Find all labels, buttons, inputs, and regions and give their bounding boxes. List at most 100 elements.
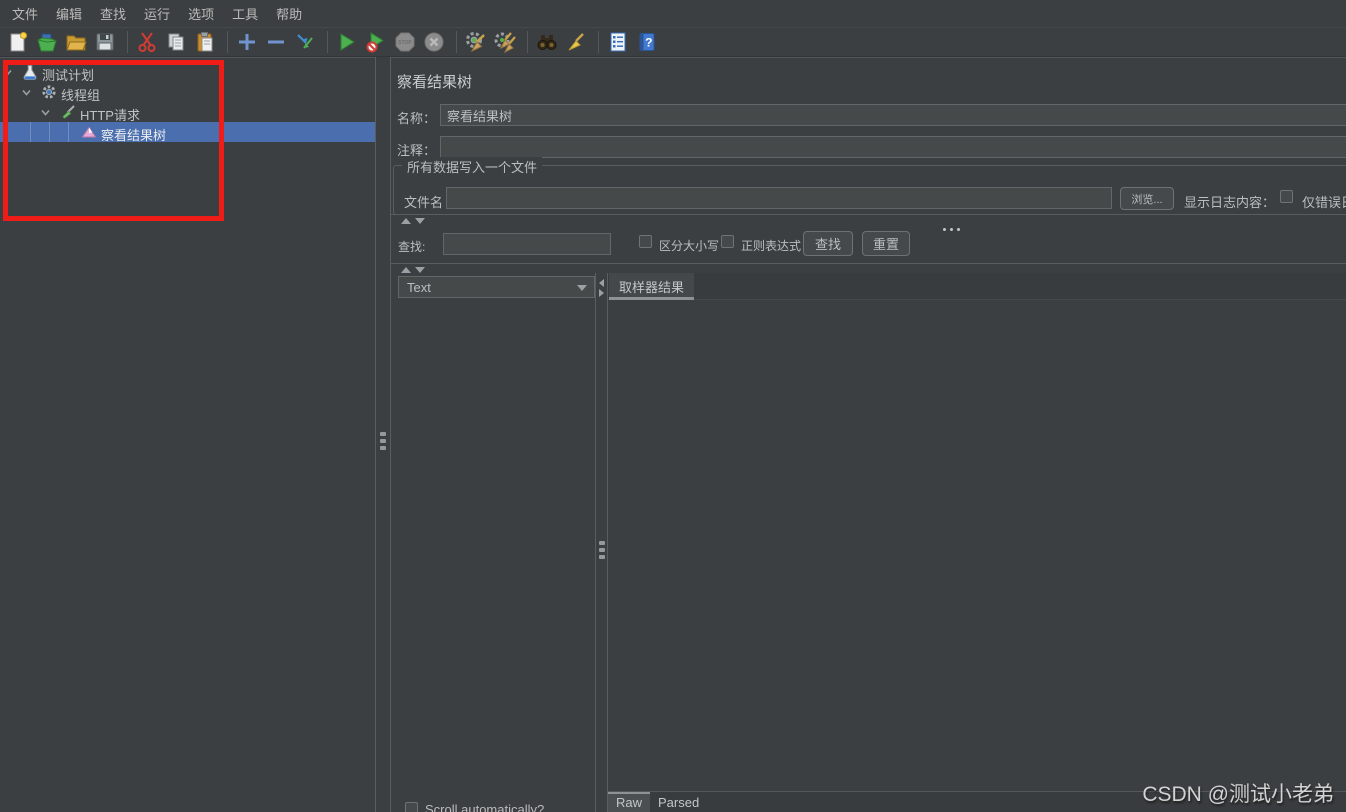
open-file-button[interactable]	[63, 29, 89, 55]
filename-input[interactable]	[446, 187, 1112, 209]
comment-input[interactable]	[440, 136, 1346, 158]
toolbar-separator	[527, 31, 528, 53]
view-results-tree-panel: 察看结果树 名称： 注释： 所有数据写入一个文件 文件名 浏览... 显示日志内…	[391, 57, 1346, 812]
shutdown-button[interactable]	[421, 29, 447, 55]
errors-only-checkbox[interactable]	[1280, 190, 1293, 203]
splitter-grip-icon[interactable]	[380, 432, 386, 453]
cut-button[interactable]	[134, 29, 160, 55]
result-tab-bar: 取样器结果	[608, 273, 1346, 300]
name-input[interactable]	[440, 104, 1346, 126]
start-no-pauses-icon	[366, 32, 384, 53]
chevron-down-icon[interactable]	[21, 87, 32, 98]
horizontal-splitter-1[interactable]	[391, 214, 1346, 231]
broom-icon	[568, 33, 584, 51]
splitter-grip-icon[interactable]	[598, 541, 605, 562]
toolbar-separator	[598, 31, 599, 53]
result-content-area	[608, 300, 1346, 791]
write-results-group-title: 所有数据写入一个文件	[402, 157, 543, 176]
new-file-button[interactable]	[5, 29, 31, 55]
regex-checkbox[interactable]	[721, 235, 734, 248]
minus-icon	[268, 40, 284, 44]
search-button-toolbar[interactable]	[534, 29, 560, 55]
menu-bar: 文件 编辑 查找 运行 选项 工具 帮助	[0, 0, 1346, 28]
menu-file[interactable]: 文件	[4, 0, 46, 27]
start-button[interactable]	[334, 29, 360, 55]
toolbar-separator	[127, 31, 128, 53]
tab-parsed[interactable]: Parsed	[650, 792, 707, 812]
menu-options[interactable]: 选项	[180, 0, 222, 27]
tree-item-test-plan[interactable]: 测试计划	[0, 62, 375, 83]
format-select-value: Text	[407, 279, 431, 295]
collapse-right-icon[interactable]	[599, 289, 604, 297]
save-button[interactable]	[92, 29, 118, 55]
filename-label: 文件名	[404, 195, 444, 210]
find-button[interactable]: 查找	[803, 231, 853, 256]
paste-button[interactable]	[192, 29, 218, 55]
tree-main-splitter[interactable]	[375, 57, 391, 812]
stop-button[interactable]: STOP	[392, 29, 418, 55]
templates-button[interactable]	[34, 29, 60, 55]
display-log-label: 显示日志内容：	[1184, 195, 1276, 210]
help-book-icon: ?	[639, 33, 655, 51]
plus-icon	[239, 34, 255, 50]
scroll-automatically-checkbox[interactable]	[405, 802, 418, 812]
toolbar: STOP ?	[0, 28, 1346, 57]
format-select[interactable]: Text	[398, 276, 595, 298]
jmeter-window: 文件 编辑 查找 运行 选项 工具 帮助 STOP ? 测试计划 线程组 HTT…	[0, 0, 1346, 812]
menu-help[interactable]: 帮助	[268, 0, 310, 27]
help-button[interactable]: ?	[634, 29, 660, 55]
errors-only-label: 仅错误日志	[1302, 195, 1346, 210]
stop-icon: STOP	[395, 32, 415, 52]
function-helper-button[interactable]	[605, 29, 631, 55]
toolbar-separator	[227, 31, 228, 53]
tree-item-http-request[interactable]: HTTP请求	[0, 102, 375, 123]
toolbar-separator	[327, 31, 328, 53]
scroll-automatically-row: Scroll automatically?	[405, 802, 544, 812]
new-file-icon	[10, 32, 27, 52]
menu-search[interactable]: 查找	[92, 0, 134, 27]
search-input[interactable]	[443, 233, 611, 255]
svg-text:STOP: STOP	[398, 40, 412, 46]
regex-label: 正则表达式	[741, 239, 802, 253]
results-viewer: Text Scroll automatically? 取样器结果 Raw Par…	[391, 273, 1346, 812]
toolbar-separator	[456, 31, 457, 53]
reset-button[interactable]: 重置	[862, 231, 910, 256]
collapse-left-icon[interactable]	[599, 279, 604, 287]
browse-button[interactable]: 浏览...	[1120, 187, 1174, 210]
thread-group-gear-icon	[41, 84, 57, 103]
reset-search-button[interactable]	[563, 29, 589, 55]
tree-item-thread-group[interactable]: 线程组	[0, 82, 375, 103]
clear-all-button[interactable]	[492, 29, 518, 55]
function-helper-icon	[610, 32, 626, 52]
collapse-button[interactable]	[263, 29, 289, 55]
splitter-grip-icon[interactable]	[943, 219, 964, 234]
name-label: 名称：	[397, 111, 437, 126]
start-no-pauses-button[interactable]	[363, 29, 389, 55]
clear-button[interactable]	[463, 29, 489, 55]
page-title: 察看结果树	[397, 74, 473, 91]
chevron-down-icon[interactable]	[40, 107, 51, 118]
collapse-up-icon[interactable]	[401, 218, 411, 224]
viewer-splitter[interactable]	[595, 273, 608, 812]
chevron-down-icon	[577, 285, 587, 291]
chevron-down-icon[interactable]	[2, 67, 13, 78]
binoculars-search-icon	[537, 35, 557, 50]
tab-sampler-result[interactable]: 取样器结果	[609, 273, 695, 300]
clear-gear-broom-icon	[466, 32, 485, 53]
test-plan-tree: 测试计划 线程组 HTTP请求 察看结果树	[0, 57, 375, 812]
start-play-icon	[340, 33, 355, 51]
menu-run[interactable]: 运行	[136, 0, 178, 27]
tree-item-view-results-tree[interactable]: 察看结果树	[0, 122, 375, 143]
tab-raw[interactable]: Raw	[608, 792, 651, 812]
clear-all-gear-brooms-icon	[494, 32, 516, 53]
collapse-down-icon[interactable]	[415, 218, 425, 224]
expand-button[interactable]	[234, 29, 260, 55]
copy-icon	[168, 33, 184, 51]
copy-button[interactable]	[163, 29, 189, 55]
case-sensitive-checkbox[interactable]	[639, 235, 652, 248]
toggle-button[interactable]	[292, 29, 318, 55]
menu-tools[interactable]: 工具	[224, 0, 266, 27]
open-folder-icon	[66, 35, 87, 51]
menu-edit[interactable]: 编辑	[48, 0, 90, 27]
test-plan-flask-icon	[22, 64, 38, 83]
